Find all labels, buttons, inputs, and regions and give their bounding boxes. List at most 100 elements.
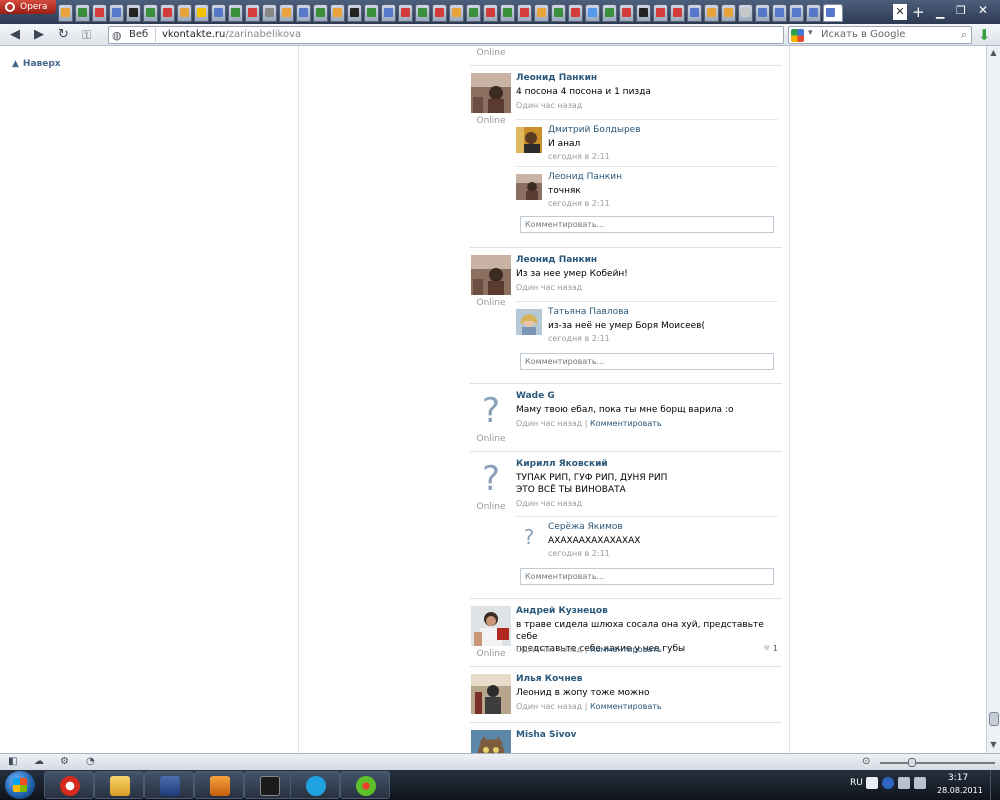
- taskbar-skype[interactable]: [290, 771, 340, 799]
- help-icon[interactable]: [882, 777, 894, 789]
- restore-window-icon[interactable]: ❐: [956, 4, 966, 17]
- post-time[interactable]: Один час назад: [516, 499, 582, 508]
- clock-date[interactable]: 28.08.2011: [937, 786, 983, 795]
- forward-arrow-icon[interactable]: ▶: [34, 27, 44, 43]
- address-field[interactable]: ◍ Веб vkontakte.ru/zarinabelikova: [108, 26, 784, 44]
- post-author[interactable]: Андрей Кузнецов: [516, 606, 608, 616]
- browser-tab[interactable]: [551, 4, 566, 22]
- browser-tab[interactable]: [602, 4, 617, 22]
- speed-icon[interactable]: ◔: [86, 756, 95, 767]
- comment-input[interactable]: Комментировать...: [520, 216, 774, 233]
- browser-tab[interactable]: [432, 4, 447, 22]
- zoom-slider-thumb[interactable]: [908, 758, 916, 767]
- taskbar-explorer[interactable]: [94, 771, 144, 799]
- scroll-down-arrow-icon[interactable]: ▼: [987, 738, 1000, 752]
- google-icon[interactable]: [791, 29, 804, 42]
- browser-tab[interactable]: [211, 4, 226, 22]
- browser-tab[interactable]: [279, 4, 294, 22]
- avatar[interactable]: [516, 309, 542, 335]
- browser-tab[interactable]: [75, 4, 90, 22]
- browser-tab[interactable]: [177, 4, 192, 22]
- zoom-slider[interactable]: [880, 762, 995, 764]
- browser-tab[interactable]: [143, 4, 158, 22]
- opera-turbo-icon[interactable]: ⚙: [60, 756, 69, 767]
- back-to-top-link[interactable]: ▲ Наверх: [12, 59, 61, 69]
- browser-tab[interactable]: [228, 4, 243, 22]
- panel-toggle-icon[interactable]: ◧: [8, 756, 17, 767]
- avatar[interactable]: [516, 174, 542, 200]
- browser-tab[interactable]: [381, 4, 396, 22]
- comment-input[interactable]: Комментировать...: [520, 568, 774, 585]
- post-author[interactable]: Леонид Панкин: [516, 73, 597, 83]
- search-field[interactable]: ▾ Искать в Google ⌕: [788, 26, 972, 44]
- post-author[interactable]: Wade G: [516, 391, 555, 401]
- comment-time[interactable]: сегодня в 2:11: [548, 152, 610, 161]
- back-arrow-icon[interactable]: ◀: [10, 27, 20, 43]
- avatar[interactable]: ?: [471, 459, 511, 499]
- browser-tab[interactable]: [806, 4, 821, 22]
- browser-tab[interactable]: [245, 4, 260, 22]
- browser-tab[interactable]: [58, 4, 73, 22]
- browser-tab[interactable]: [585, 4, 600, 22]
- browser-tab[interactable]: [92, 4, 107, 22]
- taskbar-media-player[interactable]: [194, 771, 244, 799]
- post-time[interactable]: Один час назад: [516, 419, 582, 428]
- browser-tab[interactable]: [653, 4, 668, 22]
- browser-tab[interactable]: [466, 4, 481, 22]
- comment-time[interactable]: сегодня в 2:11: [548, 549, 610, 558]
- post-author[interactable]: Леонид Панкин: [516, 255, 597, 265]
- taskbar-icq[interactable]: [340, 771, 390, 799]
- vertical-scrollbar[interactable]: ▲ ▼: [986, 46, 1000, 753]
- wand-key-icon[interactable]: ⚿: [82, 27, 91, 43]
- avatar[interactable]: [471, 730, 511, 753]
- avatar[interactable]: [471, 73, 511, 113]
- post-author[interactable]: Кирилл Яковский: [516, 459, 608, 469]
- browser-tab[interactable]: [330, 4, 345, 22]
- scroll-up-arrow-icon[interactable]: ▲: [987, 46, 1000, 60]
- search-go-icon[interactable]: ⌕: [961, 28, 967, 42]
- post-time[interactable]: Один час назад: [516, 283, 582, 292]
- browser-tab[interactable]: [160, 4, 175, 22]
- browser-tab[interactable]: [619, 4, 634, 22]
- browser-tab[interactable]: [398, 4, 413, 22]
- browser-tab[interactable]: [704, 4, 719, 22]
- comment-link[interactable]: Комментировать: [590, 419, 662, 428]
- zoom-icon[interactable]: ⊙: [862, 756, 870, 767]
- browser-tab[interactable]: [347, 4, 362, 22]
- minimize-window-icon[interactable]: ▁: [936, 6, 944, 19]
- browser-tab[interactable]: [755, 4, 770, 22]
- browser-tab[interactable]: [534, 4, 549, 22]
- post-time[interactable]: Один час назад: [516, 702, 582, 711]
- browser-tab[interactable]: [483, 4, 498, 22]
- language-indicator[interactable]: RU: [850, 778, 863, 788]
- show-desktop-button[interactable]: [990, 770, 1000, 800]
- like-button[interactable]: ♥ 1: [763, 644, 778, 653]
- avatar[interactable]: ?: [516, 524, 542, 550]
- browser-tab[interactable]: [415, 4, 430, 22]
- avatar[interactable]: [471, 606, 511, 646]
- scrollbar-thumb[interactable]: [989, 712, 999, 726]
- opera-unite-cloud-icon[interactable]: ☁: [34, 756, 44, 767]
- search-engine-dropdown-icon[interactable]: ▾: [808, 28, 813, 38]
- comment-time[interactable]: сегодня в 2:11: [548, 199, 610, 208]
- browser-tab[interactable]: [568, 4, 583, 22]
- avatar[interactable]: [471, 255, 511, 295]
- new-tab-icon[interactable]: +: [912, 5, 925, 20]
- post-time[interactable]: Один час назад: [516, 645, 582, 654]
- browser-tab[interactable]: [636, 4, 651, 22]
- avatar[interactable]: ?: [471, 391, 511, 431]
- volume-icon[interactable]: [914, 777, 926, 789]
- tray-document-icon[interactable]: [866, 777, 878, 789]
- download-arrow-icon[interactable]: ⬇: [978, 26, 991, 44]
- comment-link[interactable]: Комментировать: [590, 645, 662, 654]
- comment-time[interactable]: сегодня в 2:11: [548, 334, 610, 343]
- close-window-icon[interactable]: ✕: [978, 3, 988, 17]
- avatar[interactable]: [471, 674, 511, 714]
- comment-author[interactable]: Татьяна Павлова: [548, 307, 629, 317]
- comment-author[interactable]: Серёжа Якимов: [548, 522, 623, 532]
- browser-tab[interactable]: [296, 4, 311, 22]
- taskbar-opera[interactable]: [44, 771, 94, 799]
- avatar[interactable]: [516, 127, 542, 153]
- browser-tab[interactable]: [262, 4, 277, 22]
- close-tab-icon[interactable]: ✕: [893, 4, 907, 20]
